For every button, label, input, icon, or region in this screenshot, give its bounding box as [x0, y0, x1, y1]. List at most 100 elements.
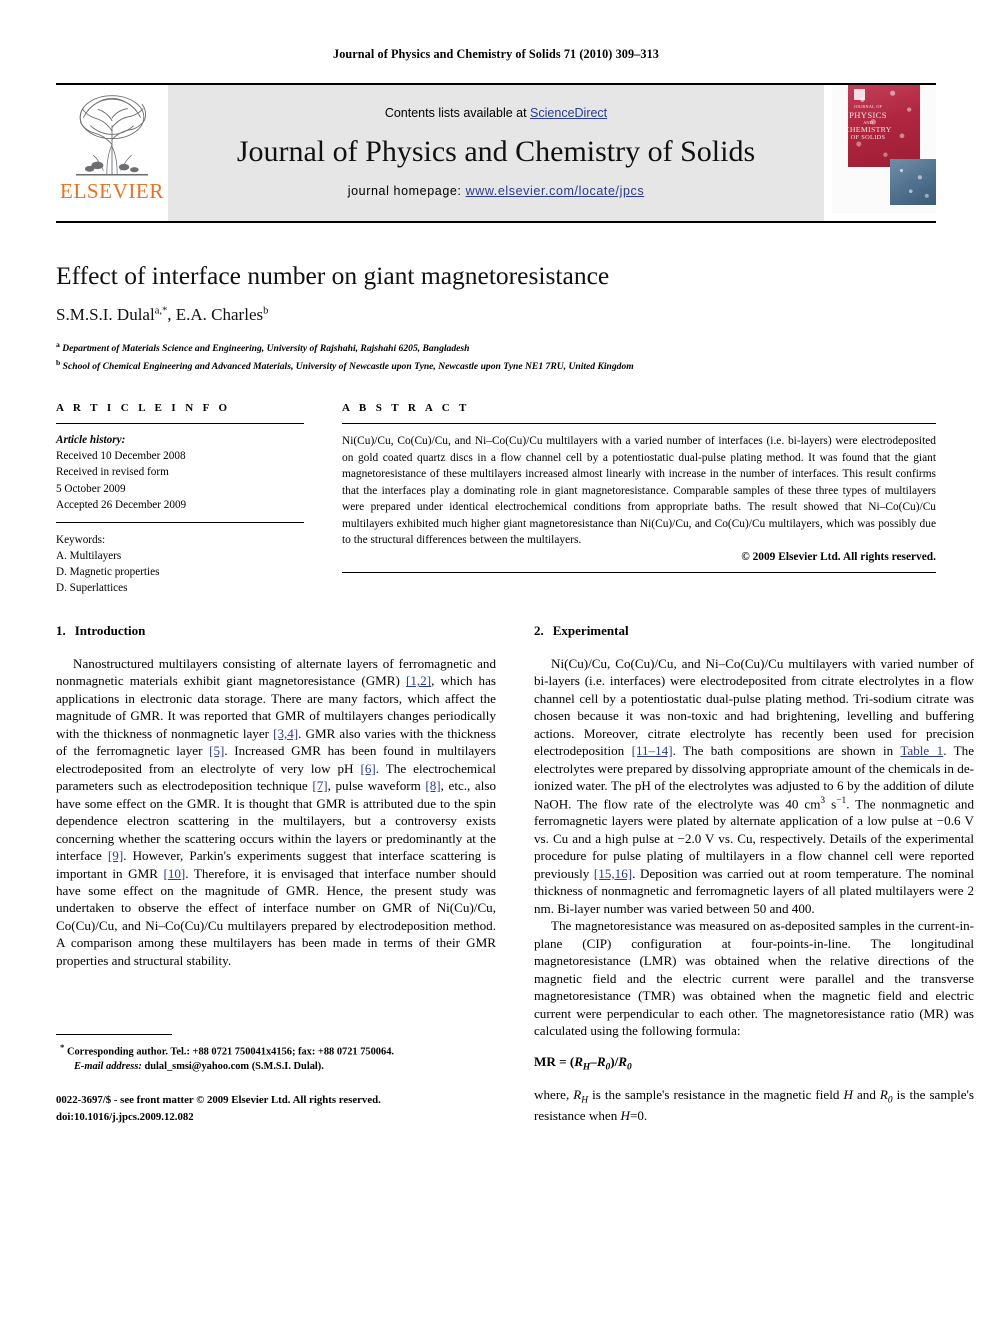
intro-paragraph-1: Nanostructured multilayers consisting of…	[56, 655, 496, 969]
contents-prefix: Contents lists available at	[384, 105, 531, 120]
section-title-2: Experimental	[552, 623, 629, 639]
formula-rh: R	[574, 1053, 583, 1069]
formula-den-sub: 0	[627, 1062, 632, 1073]
experimental-paragraph-1: Ni(Cu)/Cu, Co(Cu)/Cu, and Ni–Co(Cu)/Cu m…	[534, 655, 974, 917]
running-head: Journal of Physics and Chemistry of Soli…	[333, 47, 659, 61]
article-history: Article history: Received 10 December 20…	[56, 424, 304, 513]
author-2-name: E.A. Charles	[175, 305, 264, 325]
affiliation-b-text: School of Chemical Engineering and Advan…	[62, 361, 634, 373]
where-seg-c: and	[852, 1087, 880, 1103]
cover-line-2: PHYSICS	[849, 109, 887, 120]
author-2-marker[interactable]: b	[263, 305, 268, 316]
where-r0: R	[879, 1087, 888, 1103]
exp-seg-b: . The bath compositions are shown in	[672, 743, 901, 759]
affiliations: a Department of Materials Science and En…	[56, 339, 936, 375]
history-item-2: 5 October 2009	[56, 482, 126, 495]
email-link[interactable]: dulal_smsi@yahoo.com (S.M.S.I. Dulal).	[144, 1061, 323, 1072]
homepage-prefix: journal homepage:	[347, 184, 466, 199]
author-list: S.M.S.I. Dulala,*, E.A. Charlesb	[56, 305, 269, 325]
article-info-heading: A R T I C L E I N F O	[56, 402, 231, 415]
intro-seg-f: , pulse waveform	[327, 778, 426, 794]
experimental-paragraph-3: where, R H is the sample's resistance in …	[534, 1086, 974, 1125]
affiliation-b-marker: b	[56, 358, 61, 368]
elsevier-tree-icon	[69, 91, 155, 183]
footnote-area: * Corresponding author. Tel.: +88 0721 7…	[56, 1033, 496, 1125]
cover-line-4: CHEMISTRY	[844, 125, 892, 135]
article-title: Effect of interface number on giant magn…	[56, 261, 610, 290]
seconds-exponent: −1	[836, 795, 847, 806]
where-seg-b: is the sample's resistance in the magnet…	[588, 1087, 844, 1103]
where-h: H	[843, 1087, 853, 1103]
history-item-3: Accepted 26 December 2009	[56, 498, 187, 511]
abstract-bottom-rule	[342, 571, 936, 573]
citation-7[interactable]: [7]	[312, 778, 327, 793]
journal-cover-thumbnail: JOURNAL OF PHYSICS AND CHEMISTRY OF SOLI…	[824, 85, 936, 221]
keyword-1: D. Magnetic properties	[56, 566, 160, 579]
body-columns: 1. Introduction Nanostructured multilayer…	[56, 623, 974, 1125]
title-block: Effect of interface number on giant magn…	[56, 261, 936, 375]
citation-15-16[interactable]: [15,16]	[594, 866, 632, 881]
journal-title: Journal of Physics and Chemistry of Soli…	[236, 134, 756, 168]
affiliation-b: b School of Chemical Engineering and Adv…	[56, 357, 936, 375]
citation-5[interactable]: [5]	[209, 743, 224, 758]
formula-lhs: MR = (	[534, 1053, 575, 1069]
experimental-paragraph-2: The magnetoresistance was measured on as…	[534, 918, 974, 1039]
keyword-2: D. Superlattices	[56, 582, 128, 595]
masthead-center: Contents lists available at ScienceDirec…	[168, 85, 824, 221]
journal-homepage-link[interactable]: www.elsevier.com/locate/jpcs	[466, 184, 645, 198]
citation-3-4[interactable]: [3,4]	[273, 726, 298, 741]
section-number-2: 2.	[534, 623, 544, 639]
right-column: 2. Experimental Ni(Cu)/Cu, Co(Cu)/Cu, and…	[534, 623, 974, 1125]
elsevier-logo: ELSEVIER	[56, 85, 168, 221]
citation-9[interactable]: [9]	[108, 848, 123, 863]
affiliation-a: a Department of Materials Science and En…	[56, 339, 936, 357]
affiliation-a-text: Department of Materials Science and Engi…	[62, 343, 470, 355]
formula-r0: R	[596, 1053, 606, 1069]
footnote-rule	[56, 1033, 172, 1035]
keywords-block: Keywords: A. Multilayers D. Magnetic pro…	[56, 523, 304, 597]
author-1-name: S.M.S.I. Dulal	[56, 305, 155, 325]
paper-page: Journal of Physics and Chemistry of Soli…	[0, 0, 992, 1323]
abstract-text: Ni(Cu)/Cu, Co(Cu)/Cu, and Ni–Co(Cu)/Cu m…	[342, 435, 936, 547]
section-number-1: 1.	[56, 623, 66, 639]
section-heading-experimental: 2. Experimental	[534, 623, 974, 639]
where-seg-e: =0.	[630, 1108, 648, 1124]
abstract-column: A B S T R A C T Ni(Cu)/Cu, Co(Cu)/Cu, an…	[342, 402, 936, 596]
citation-11-14[interactable]: [11–14]	[632, 743, 673, 758]
history-item-0: Received 10 December 2008	[56, 450, 186, 463]
doi-line[interactable]: doi:10.1016/j.jpcs.2009.12.082	[56, 1109, 496, 1125]
corresponding-author-note: * Corresponding author. Tel.: +88 0721 7…	[56, 1041, 496, 1075]
contents-lists-line: Contents lists available at ScienceDirec…	[385, 106, 607, 120]
citation-6[interactable]: [6]	[361, 761, 376, 776]
issn-copyright-line: 0022-3697/$ - see front matter © 2009 El…	[56, 1094, 381, 1107]
author-1-marker[interactable]: a,*	[155, 305, 168, 316]
citation-1-2[interactable]: [1,2]	[406, 673, 431, 688]
keywords-label: Keywords:	[56, 533, 106, 546]
email-label: E-mail address:	[74, 1061, 142, 1073]
cover-bottom-panel	[890, 159, 936, 205]
footnote-line-1: Corresponding author. Tel.: +88 0721 750…	[66, 1046, 394, 1058]
exp-seg-d: s	[825, 796, 837, 811]
citation-8[interactable]: [8]	[425, 778, 440, 793]
elsevier-wordmark: ELSEVIER	[60, 179, 164, 203]
cover-image: JOURNAL OF PHYSICS AND CHEMISTRY OF SOLI…	[832, 85, 936, 213]
formula-den: R	[618, 1053, 627, 1069]
info-abstract-row: A R T I C L E I N F O Article history: R…	[56, 402, 936, 596]
section-title-1: Introduction	[74, 623, 146, 639]
where-h2: H	[620, 1108, 630, 1124]
page-footer: 0022-3697/$ - see front matter © 2009 El…	[56, 1092, 496, 1124]
cover-elsevier-mark-icon	[854, 89, 865, 100]
where-seg-a: where,	[534, 1087, 574, 1103]
cover-title-text: JOURNAL OF PHYSICS AND CHEMISTRY OF SOLI…	[832, 104, 904, 142]
keyword-0: A. Multilayers	[56, 549, 122, 562]
affiliation-a-marker: a	[56, 340, 60, 350]
journal-masthead: ELSEVIER Contents lists available at Sci…	[56, 83, 936, 223]
cover-line-5: OF SOLIDS	[850, 134, 886, 142]
sciencedirect-link[interactable]: ScienceDirect	[530, 106, 607, 120]
history-item-1: Received in revised form	[56, 466, 169, 479]
footnote-marker: *	[60, 1041, 65, 1052]
section-heading-introduction: 1. Introduction	[56, 623, 496, 639]
table-1-link[interactable]: Table 1	[900, 743, 943, 758]
abstract-copyright: © 2009 Elsevier Ltd. All rights reserved…	[741, 550, 936, 563]
citation-10[interactable]: [10]	[163, 866, 185, 881]
